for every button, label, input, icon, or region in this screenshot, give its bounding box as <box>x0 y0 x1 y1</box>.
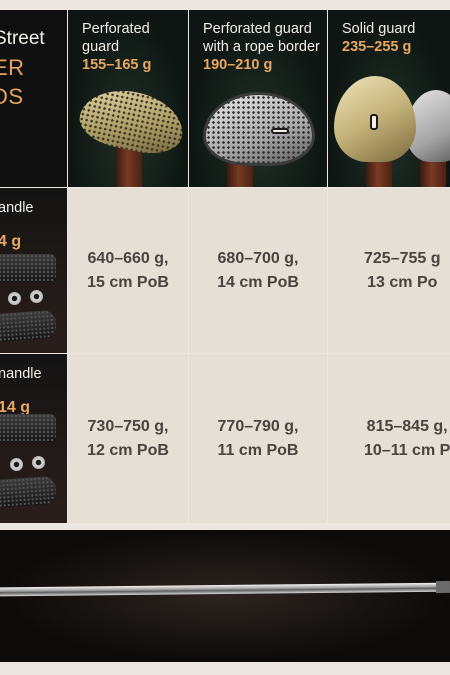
combo-pob: 14 cm PoB <box>217 273 299 291</box>
handle-label: andle <box>0 200 34 216</box>
brand-line-2: ER <box>0 55 25 80</box>
guard-name-line-1: Perforated guard <box>203 21 312 37</box>
guard-rope-border-header: Perforated guard with a rope border 190–… <box>189 10 327 187</box>
combo-cell: 730–750 g, 12 cm PoB <box>68 354 188 523</box>
guard-weight: 155–165 g <box>82 57 152 73</box>
guard-name: Perforated guard with a rope border 190–… <box>203 20 320 74</box>
handle-weight: 4 g <box>0 233 22 250</box>
perforated-guard-image <box>75 81 188 161</box>
handle-label: nandle <box>0 366 42 382</box>
combo-cell: 680–700 g, 14 cm PoB <box>189 188 327 353</box>
guard-name-line-2: guard <box>82 39 120 55</box>
guard-name: Solid guard 235–255 g <box>342 20 415 56</box>
guard-name: Perforated guard 155–165 g <box>82 20 151 74</box>
combo-weight: 815–845 g, <box>366 417 448 435</box>
brand-header: Street ER DS <box>0 10 67 187</box>
guard-weight: 235–255 g <box>342 39 412 55</box>
nut-icon <box>8 292 21 305</box>
guard-name-line-1: Solid guard <box>342 21 416 37</box>
nut-icon <box>30 290 43 303</box>
combo-weight: 680–700 g, <box>217 249 299 267</box>
combo-pob: 13 cm Po <box>367 273 438 291</box>
blade-tang-image <box>435 580 450 594</box>
brand-line-1: Street <box>0 28 45 49</box>
nut-icon <box>10 458 23 471</box>
combo-weight: 640–660 g, <box>87 249 169 267</box>
nut-icon <box>32 456 45 469</box>
brand-line-3: DS <box>0 84 24 109</box>
combo-weight: 730–750 g, <box>87 417 169 435</box>
guard-name-line-2: with a rope border <box>203 39 320 55</box>
blade-photo <box>0 530 450 662</box>
handle-option-1: andle 4 g <box>0 188 67 353</box>
handle-option-2: nandle 14 g <box>0 354 67 523</box>
grip-image <box>0 414 56 442</box>
combo-pob: 15 cm PoB <box>87 273 169 291</box>
combo-weight: 770–790 g, <box>217 417 299 435</box>
rope-border-guard-image <box>203 92 315 166</box>
guard-weight: 190–210 g <box>203 57 273 73</box>
grip-image <box>0 254 56 282</box>
combo-pob: 12 cm PoB <box>87 441 169 459</box>
combo-cell: 640–660 g, 15 cm PoB <box>68 188 188 353</box>
weapon-config-table: Street ER DS Perforated guard 155–165 g … <box>0 0 450 675</box>
guard-perforated-header: Perforated guard 155–165 g <box>68 10 188 187</box>
combo-cell: 815–845 g, 10–11 cm P <box>328 354 450 523</box>
blade-image <box>0 582 446 597</box>
grip-wrapped-image <box>0 475 57 509</box>
combo-cell: 770–790 g, 11 cm PoB <box>189 354 327 523</box>
combo-pob: 10–11 cm P <box>364 441 450 459</box>
combo-weight: 725–755 g <box>364 249 441 267</box>
combo-pob: 11 cm PoB <box>217 441 299 459</box>
guard-solid-header: Solid guard 235–255 g <box>328 10 450 187</box>
guard-slot-icon <box>271 128 289 134</box>
combo-cell: 725–755 g 13 cm Po <box>328 188 450 353</box>
grip-wrapped-image <box>0 309 57 343</box>
guard-slot-icon <box>370 114 378 130</box>
guard-name-line-1: Perforated <box>82 21 150 37</box>
